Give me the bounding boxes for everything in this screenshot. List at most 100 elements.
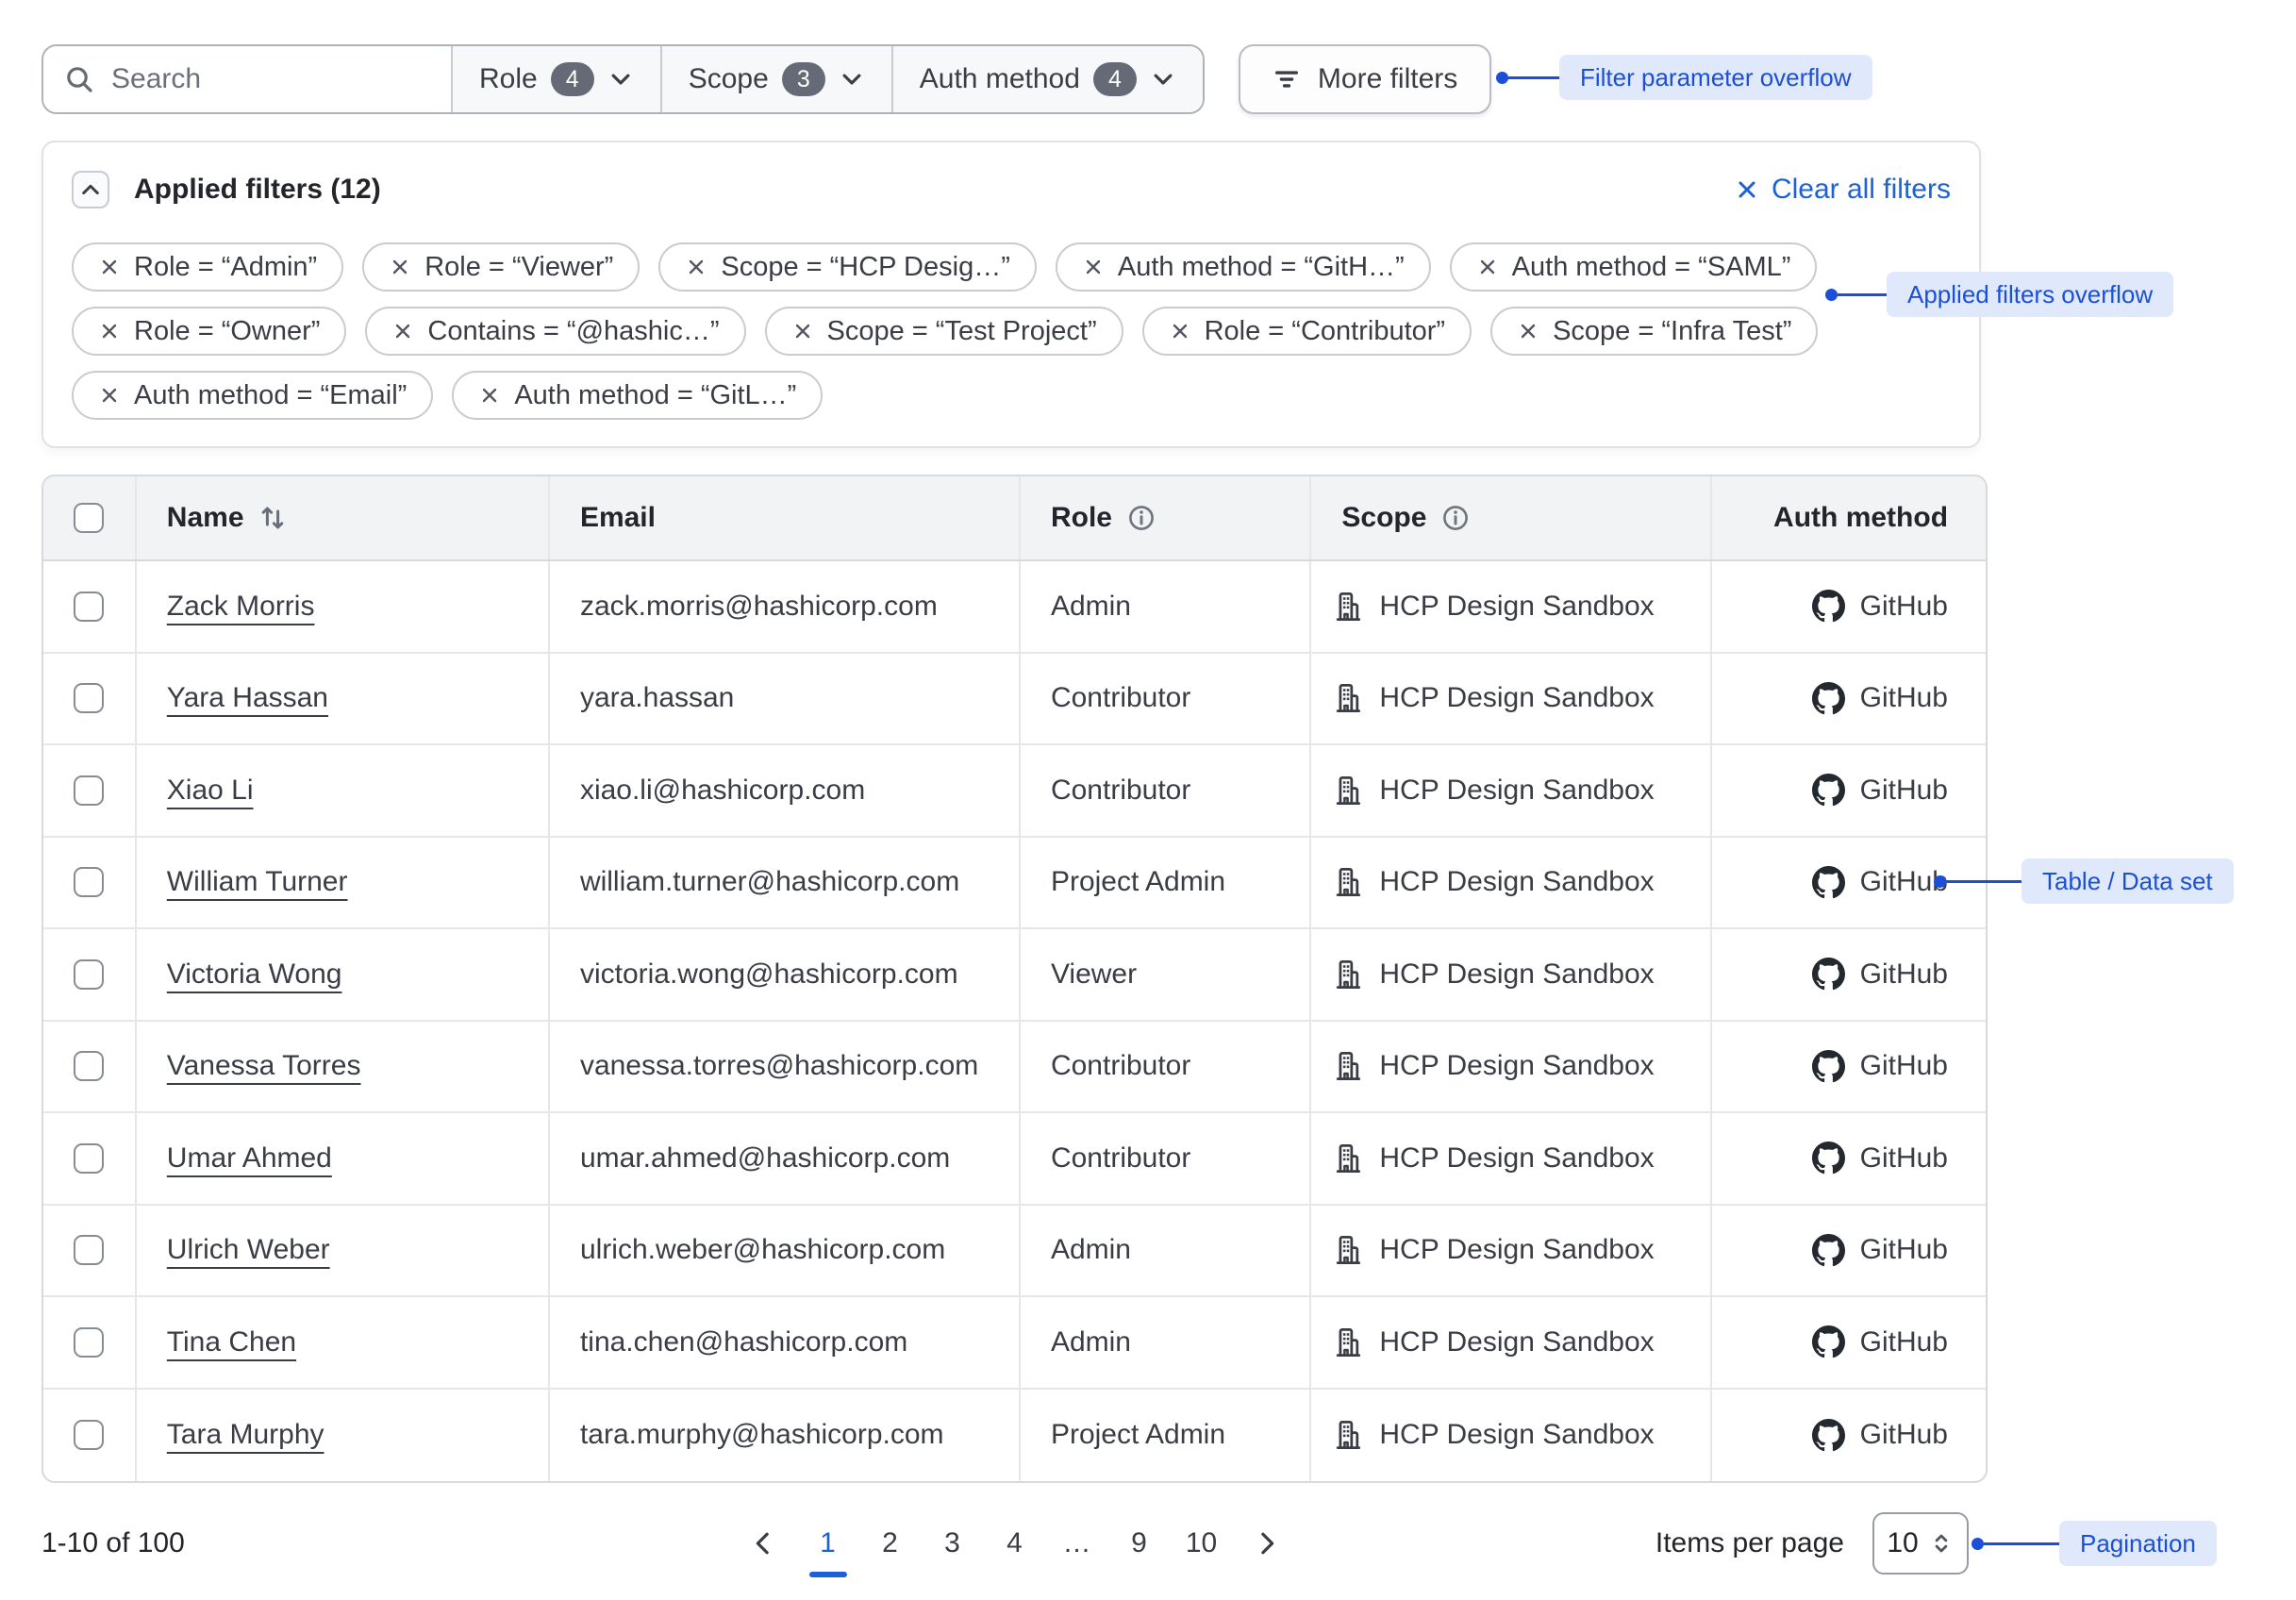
github-icon	[1812, 1050, 1845, 1083]
users-table: Name Email Role Scope	[42, 475, 1988, 1483]
row-checkbox[interactable]	[74, 683, 104, 713]
user-name-link[interactable]: Tara Murphy	[167, 1419, 324, 1451]
filter-dropdown[interactable]: Role 4	[451, 46, 660, 112]
user-scope: HCP Design Sandbox	[1379, 591, 1654, 623]
github-icon	[1812, 1234, 1845, 1267]
remove-filter-icon[interactable]	[391, 320, 414, 342]
filter-chip[interactable]: Scope = “Infra Test”	[1490, 307, 1818, 356]
filter-chip[interactable]: Auth method = “GitL…”	[452, 371, 823, 420]
row-checkbox[interactable]	[74, 1143, 104, 1174]
filter-chip[interactable]: Role = “Admin”	[72, 242, 343, 292]
user-name-link[interactable]: Umar Ahmed	[167, 1142, 332, 1175]
table-body: Zack Morris zack.morris@hashicorp.com Ad…	[43, 561, 1986, 1481]
remove-filter-icon[interactable]	[1169, 320, 1191, 342]
user-name-link[interactable]: Tina Chen	[167, 1326, 296, 1358]
search-box[interactable]	[43, 46, 451, 112]
user-name-link[interactable]: Vanessa Torres	[167, 1050, 361, 1082]
previous-page-button[interactable]	[740, 1521, 786, 1566]
row-checkbox[interactable]	[74, 592, 104, 622]
page-number-button[interactable]: 1	[801, 1509, 856, 1577]
auth-method-cell: GitHub	[1712, 1206, 1986, 1296]
remove-filter-icon[interactable]	[389, 256, 411, 278]
search-input[interactable]	[109, 62, 430, 96]
role-cell: Project Admin	[1021, 1390, 1311, 1482]
row-checkbox[interactable]	[74, 1235, 104, 1265]
remove-filter-icon[interactable]	[98, 384, 121, 407]
name-cell: Umar Ahmed	[137, 1113, 550, 1204]
stepper-icon	[1928, 1530, 1955, 1557]
sort-icon[interactable]	[258, 503, 288, 533]
filter-chip[interactable]: Scope = “HCP Desig…”	[658, 242, 1037, 292]
page-number-button[interactable]: 3	[925, 1509, 980, 1577]
filter-chip[interactable]: Role = “Contributor”	[1142, 307, 1472, 356]
filter-chip[interactable]: Auth method = “Email”	[72, 371, 433, 420]
user-name-link[interactable]: Zack Morris	[167, 591, 315, 623]
more-filters-button[interactable]: More filters	[1239, 44, 1491, 114]
filter-dropdown[interactable]: Scope 3	[660, 46, 891, 112]
header-name[interactable]: Name	[137, 476, 550, 559]
scope-cell: HCP Design Sandbox	[1311, 1297, 1711, 1388]
filter-chip-label: Auth method = “Email”	[134, 380, 407, 411]
filter-chip[interactable]: Role = “Viewer”	[362, 242, 640, 292]
user-auth-method: GitHub	[1860, 1050, 1948, 1082]
auth-method-cell: GitHub	[1712, 1297, 1986, 1388]
row-checkbox-cell	[43, 1297, 137, 1388]
user-name-link[interactable]: Victoria Wong	[167, 958, 342, 991]
next-page-button[interactable]	[1244, 1521, 1289, 1566]
filter-chip[interactable]: Scope = “Test Project”	[765, 307, 1123, 356]
filter-chip-label: Contains = “@hashic…”	[427, 316, 719, 347]
user-name-link[interactable]: Ulrich Weber	[167, 1234, 330, 1266]
row-checkbox[interactable]	[74, 867, 104, 897]
remove-filter-icon[interactable]	[1517, 320, 1539, 342]
filter-chip[interactable]: Auth method = “GitH…”	[1056, 242, 1431, 292]
page-number-button[interactable]: 4	[988, 1509, 1042, 1577]
clear-all-filters-button[interactable]: Clear all filters	[1734, 174, 1951, 206]
row-checkbox[interactable]	[74, 1327, 104, 1358]
chevron-left-icon	[749, 1529, 777, 1558]
items-per-page-label: Items per page	[1655, 1527, 1844, 1559]
user-role: Admin	[1051, 591, 1131, 623]
remove-filter-icon[interactable]	[98, 320, 121, 342]
user-name-link[interactable]: Yara Hassan	[167, 682, 328, 714]
table-row: Vanessa Torres vanessa.torres@hashicorp.…	[43, 1022, 1986, 1114]
select-all-checkbox[interactable]	[74, 503, 104, 533]
row-checkbox-cell	[43, 1206, 137, 1296]
info-icon[interactable]	[1441, 504, 1470, 532]
items-per-page-select[interactable]: 10	[1872, 1512, 1969, 1575]
filter-chip[interactable]: Contains = “@hashic…”	[365, 307, 745, 356]
table-row: Yara Hassan yara.hassan Contributor	[43, 654, 1986, 746]
filter-chip-label: Auth method = “SAML”	[1512, 252, 1791, 283]
scope-cell: HCP Design Sandbox	[1311, 1113, 1711, 1204]
row-checkbox[interactable]	[74, 959, 104, 990]
remove-filter-icon[interactable]	[1082, 256, 1105, 278]
email-cell: tina.chen@hashicorp.com	[550, 1297, 1021, 1388]
user-name-link[interactable]: Xiao Li	[167, 775, 254, 807]
page-number-button[interactable]: 9	[1112, 1509, 1167, 1577]
pagination-ellipsis: …	[1050, 1509, 1105, 1577]
user-role: Project Admin	[1051, 1419, 1225, 1451]
filter-chip[interactable]: Auth method = “SAML”	[1450, 242, 1818, 292]
building-icon	[1332, 1234, 1364, 1266]
info-icon[interactable]	[1127, 504, 1156, 532]
user-name-link[interactable]: William Turner	[167, 866, 348, 898]
user-email: ulrich.weber@hashicorp.com	[580, 1234, 945, 1266]
github-icon	[1812, 590, 1845, 623]
collapse-applied-filters-button[interactable]	[72, 171, 109, 208]
remove-filter-icon[interactable]	[1476, 256, 1499, 278]
page-number-button[interactable]: 10	[1174, 1509, 1229, 1577]
remove-filter-icon[interactable]	[685, 256, 707, 278]
filter-chip[interactable]: Role = “Owner”	[72, 307, 346, 356]
filter-dropdown[interactable]: Auth method 4	[891, 46, 1203, 112]
role-cell: Project Admin	[1021, 838, 1311, 928]
auth-method-cell: GitHub	[1712, 1022, 1986, 1112]
page-number-button[interactable]: 2	[863, 1509, 918, 1577]
remove-filter-icon[interactable]	[478, 384, 501, 407]
row-checkbox[interactable]	[74, 1420, 104, 1450]
callout-filter-overflow: Filter parameter overflow	[1496, 55, 1872, 100]
remove-filter-icon[interactable]	[791, 320, 814, 342]
row-checkbox[interactable]	[74, 1051, 104, 1081]
clear-all-filters-label: Clear all filters	[1772, 174, 1951, 206]
remove-filter-icon[interactable]	[98, 256, 121, 278]
row-checkbox[interactable]	[74, 775, 104, 806]
scope-cell: HCP Design Sandbox	[1311, 745, 1711, 836]
